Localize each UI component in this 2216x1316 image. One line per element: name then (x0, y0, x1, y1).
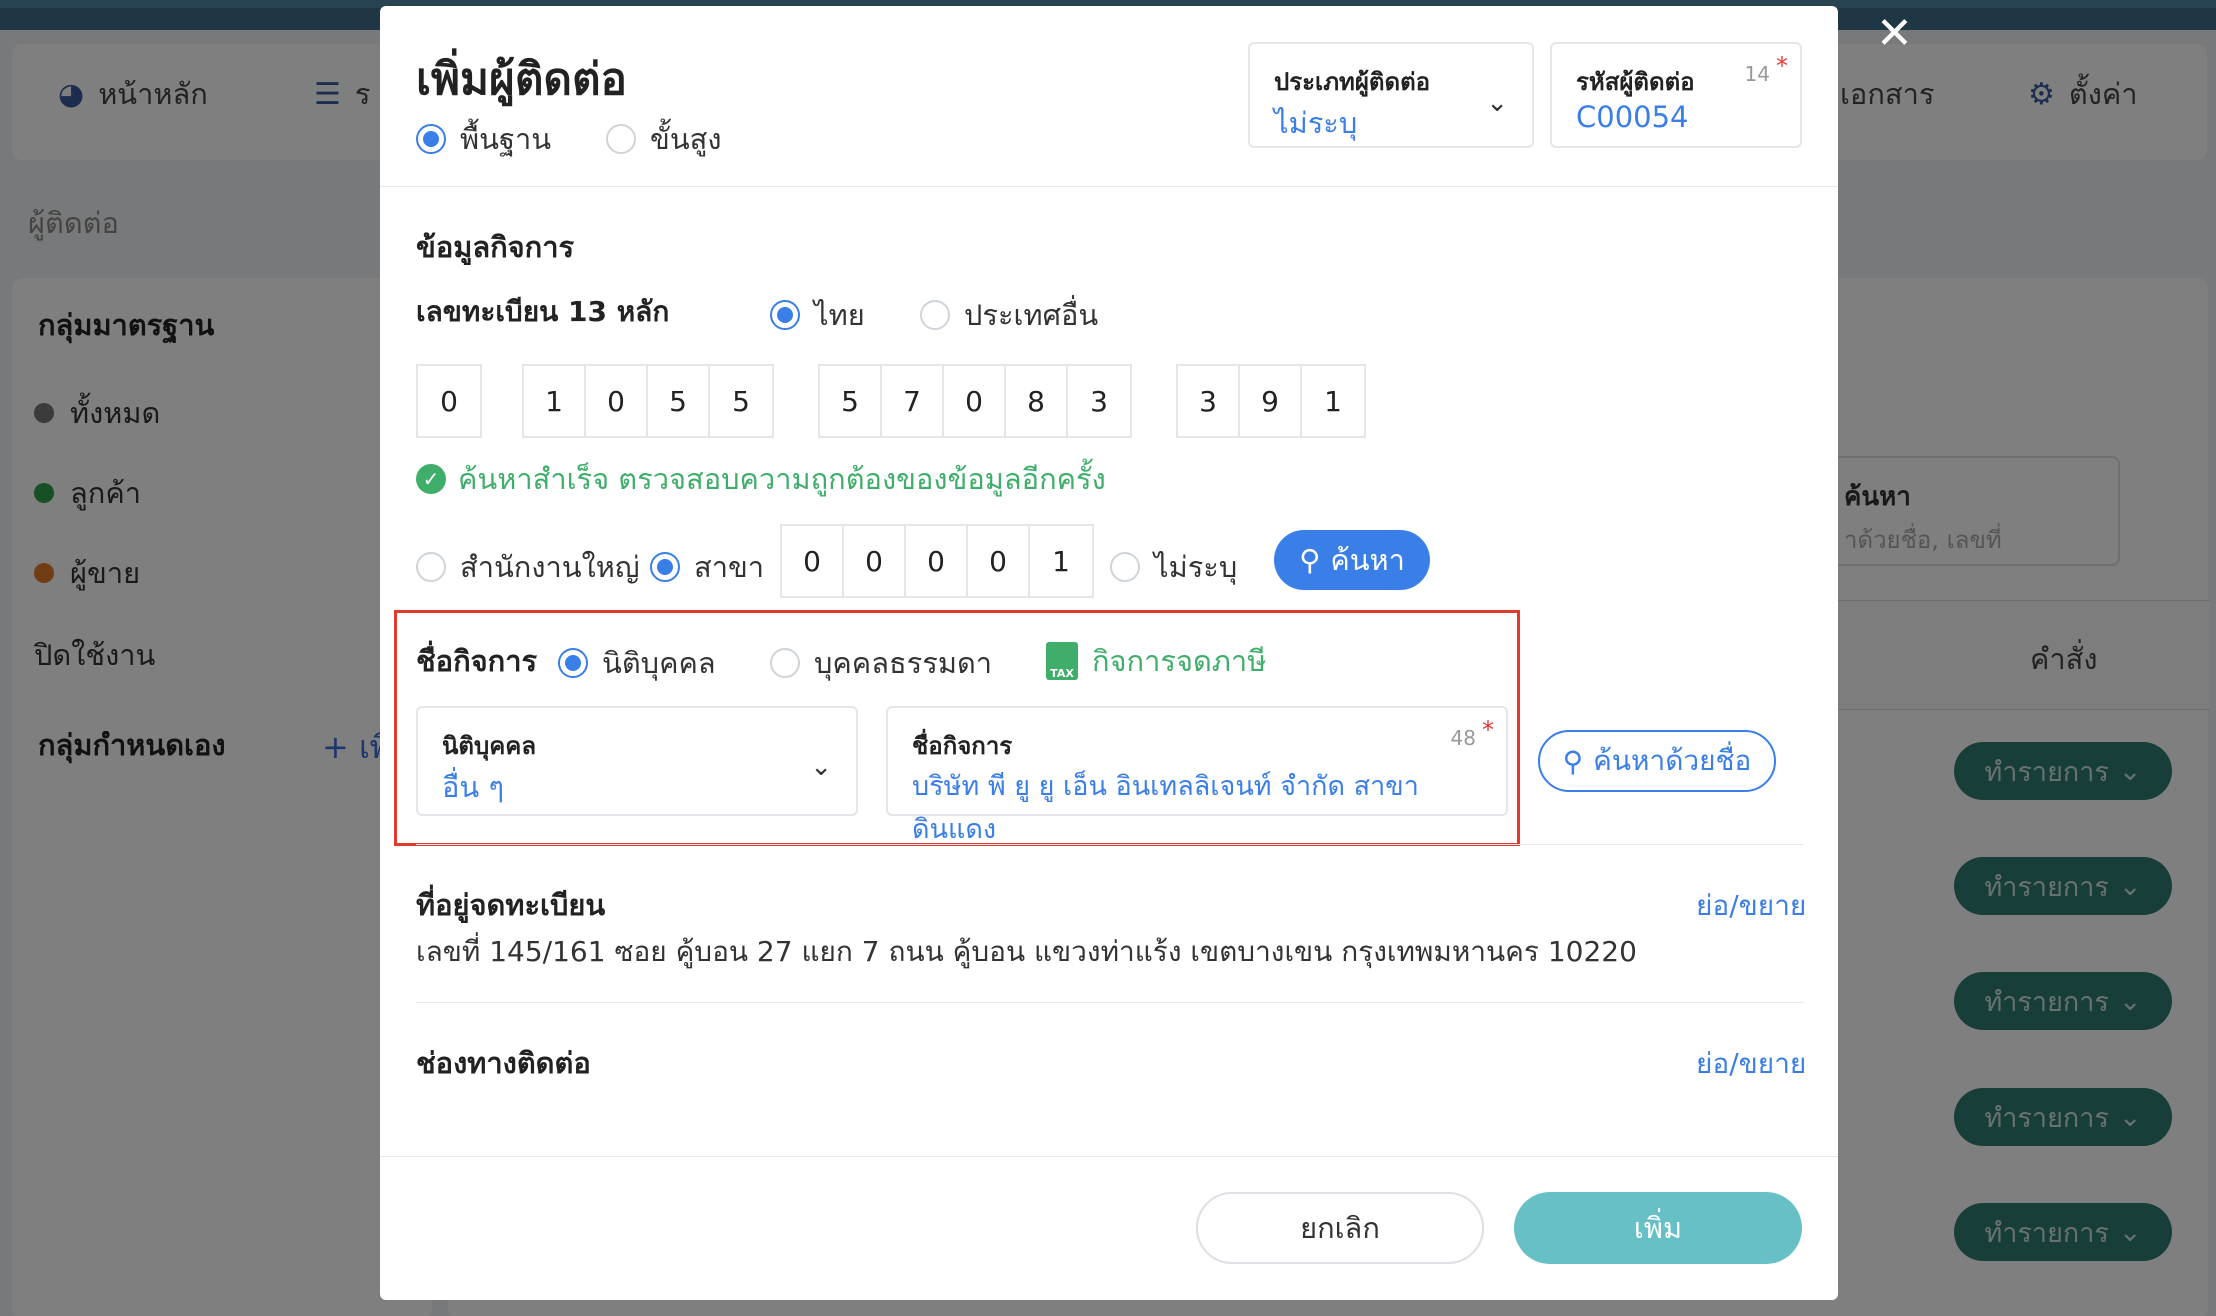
country-thai-label: ไทย (814, 298, 865, 332)
contact-type-value: ไม่ระบุ (1274, 106, 1358, 140)
branch-label: สาขา (694, 550, 765, 584)
required-mark: * (1482, 716, 1494, 744)
check-circle-icon: ✓ (416, 464, 446, 494)
juristic-type-label: นิติบุคคล (442, 732, 537, 760)
vat-registered-link[interactable]: TAX กิจการจดภาษี (1046, 638, 1266, 684)
contact-code-field[interactable]: รหัสผู้ติดต่อ C00054 14 * (1550, 42, 1802, 148)
search-icon: ⚲ (1562, 744, 1584, 778)
radio-selected-icon (416, 124, 446, 154)
contact-code-label: รหัสผู้ติดต่อ (1576, 68, 1695, 96)
entity-juristic-radio[interactable]: นิติบุคคล (558, 640, 716, 686)
address-title: ที่อยู่จดทะเบียน (416, 888, 606, 922)
branch-radio[interactable]: สาขา (650, 544, 764, 590)
close-icon[interactable]: ✕ (1876, 8, 1913, 59)
char-count: 14 (1744, 62, 1770, 86)
business-name-label: ชื่อกิจการ (416, 644, 538, 678)
mode-advanced-radio[interactable]: ขั้นสูง (606, 116, 722, 162)
add-button[interactable]: เพิ่ม (1514, 1192, 1802, 1264)
char-count: 48 (1450, 726, 1476, 750)
branch-digit-input[interactable]: 0 (968, 526, 1030, 596)
tax-id-digit-input[interactable]: 5 (710, 366, 772, 436)
search-icon: ⚲ (1299, 543, 1321, 577)
success-text: ค้นหาสำเร็จ ตรวจสอบความถูกต้องของข้อมูลอ… (458, 462, 1106, 496)
tax-id-group-2: 1 0 5 5 (522, 364, 774, 438)
mode-advanced-label: ขั้นสูง (650, 122, 722, 156)
address-toggle-link[interactable]: ย่อ/ขยาย (1696, 884, 1806, 928)
contact-type-label: ประเภทผู้ติดต่อ (1274, 68, 1431, 96)
entity-individual-radio[interactable]: บุคคลธรรมดา (770, 640, 992, 686)
tax-id-digit-input[interactable]: 0 (418, 366, 480, 436)
radio-unselected-icon (416, 552, 446, 582)
entity-individual-label: บุคคลธรรมดา (814, 646, 993, 680)
branch-digit-input[interactable]: 0 (782, 526, 844, 596)
add-contact-modal: เพิ่มผู้ติดต่อ พื้นฐาน ขั้นสูง ประเภทผู้… (380, 6, 1838, 1300)
tax-id-group-1: 0 (416, 364, 482, 438)
mode-basic-radio[interactable]: พื้นฐาน (416, 116, 551, 162)
tax-id-digit-input[interactable]: 8 (1006, 366, 1068, 436)
tax-id-digit-input[interactable]: 3 (1068, 366, 1130, 436)
section-divider (416, 844, 1804, 845)
radio-unselected-icon (606, 124, 636, 154)
tax-document-icon: TAX (1046, 642, 1078, 680)
contact-code-value: C00054 (1576, 100, 1689, 134)
tax-id-group-4: 3 9 1 (1176, 364, 1366, 438)
tax-id-digit-input[interactable]: 0 (586, 366, 648, 436)
unspecified-label: ไม่ระบุ (1154, 550, 1238, 584)
mode-basic-label: พื้นฐาน (460, 122, 552, 156)
modal-title: เพิ่มผู้ติดต่อ (416, 54, 627, 105)
channel-toggle-link[interactable]: ย่อ/ขยาย (1696, 1042, 1806, 1086)
unspecified-radio[interactable]: ไม่ระบุ (1110, 544, 1237, 590)
tax-id-digit-input[interactable]: 7 (882, 366, 944, 436)
tax-id-digit-input[interactable]: 5 (820, 366, 882, 436)
tax-id-group-3: 5 7 0 8 3 (818, 364, 1132, 438)
head-office-label: สำนักงานใหญ่ (460, 550, 640, 584)
branch-digit-input[interactable]: 0 (906, 526, 968, 596)
branch-digit-input[interactable]: 0 (844, 526, 906, 596)
business-name-input[interactable]: ชื่อกิจการ บริษัท พี ยู ยู เอ็น อินเทลลิ… (886, 706, 1508, 845)
search-by-name-label: ค้นหาด้วยชื่อ (1593, 744, 1752, 777)
entity-juristic-label: นิติบุคคล (602, 646, 716, 680)
header-divider (380, 186, 1838, 187)
chevron-down-icon: ⌄ (1486, 88, 1508, 118)
section-divider (416, 1002, 1804, 1003)
juristic-type-value: อื่น ๆ (442, 770, 505, 804)
contact-type-select[interactable]: ประเภทผู้ติดต่อ ไม่ระบุ ⌄ (1248, 42, 1534, 148)
radio-selected-icon (770, 300, 800, 330)
footer-divider (380, 1156, 1838, 1157)
tax-id-digit-input[interactable]: 1 (1302, 366, 1364, 436)
juristic-type-select[interactable]: นิติบุคคล อื่น ๆ ⌄ (416, 706, 858, 816)
vat-registered-label: กิจการจดภาษี (1092, 644, 1267, 678)
tax-id-digit-input[interactable]: 5 (648, 366, 710, 436)
radio-unselected-icon (770, 648, 800, 678)
search-by-name-button[interactable]: ⚲ ค้นหาด้วยชื่อ (1538, 730, 1776, 792)
lookup-success-message: ✓ ค้นหาสำเร็จ ตรวจสอบความถูกต้องของข้อมู… (416, 456, 1106, 502)
radio-selected-icon (650, 552, 680, 582)
tax-id-digit-input[interactable]: 0 (944, 366, 1006, 436)
business-name-value: บริษัท พี ยู ยู เอ็น อินเทลลิเจนท์ จำกัด… (912, 771, 1419, 845)
cancel-button[interactable]: ยกเลิก (1196, 1192, 1484, 1264)
required-mark: * (1776, 52, 1788, 80)
channel-title: ช่องทางติดต่อ (416, 1046, 591, 1080)
country-thai-radio[interactable]: ไทย (770, 292, 865, 338)
search-button[interactable]: ⚲ ค้นหา (1274, 530, 1430, 590)
chevron-down-icon: ⌄ (810, 752, 832, 782)
branch-code-group: 0 0 0 0 1 (780, 524, 1094, 598)
tax-id-label: เลขทะเบียน 13 หลัก (416, 295, 670, 328)
address-value: เลขที่ 145/161 ซอย คู้บอน 27 แยก 7 ถนน ค… (416, 935, 1637, 968)
country-other-label: ประเทศอื่น (964, 298, 1099, 332)
radio-selected-icon (558, 648, 588, 678)
business-info-title: ข้อมูลกิจการ (416, 230, 575, 264)
tax-id-digit-input[interactable]: 9 (1240, 366, 1302, 436)
branch-digit-input[interactable]: 1 (1030, 526, 1092, 596)
tax-id-digit-input[interactable]: 3 (1178, 366, 1240, 436)
radio-unselected-icon (920, 300, 950, 330)
tax-id-digit-input[interactable]: 1 (524, 366, 586, 436)
business-name-field-label: ชื่อกิจการ (912, 732, 1013, 760)
country-other-radio[interactable]: ประเทศอื่น (920, 292, 1098, 338)
head-office-radio[interactable]: สำนักงานใหญ่ (416, 544, 640, 590)
radio-unselected-icon (1110, 552, 1140, 582)
search-button-label: ค้นหา (1330, 543, 1405, 577)
